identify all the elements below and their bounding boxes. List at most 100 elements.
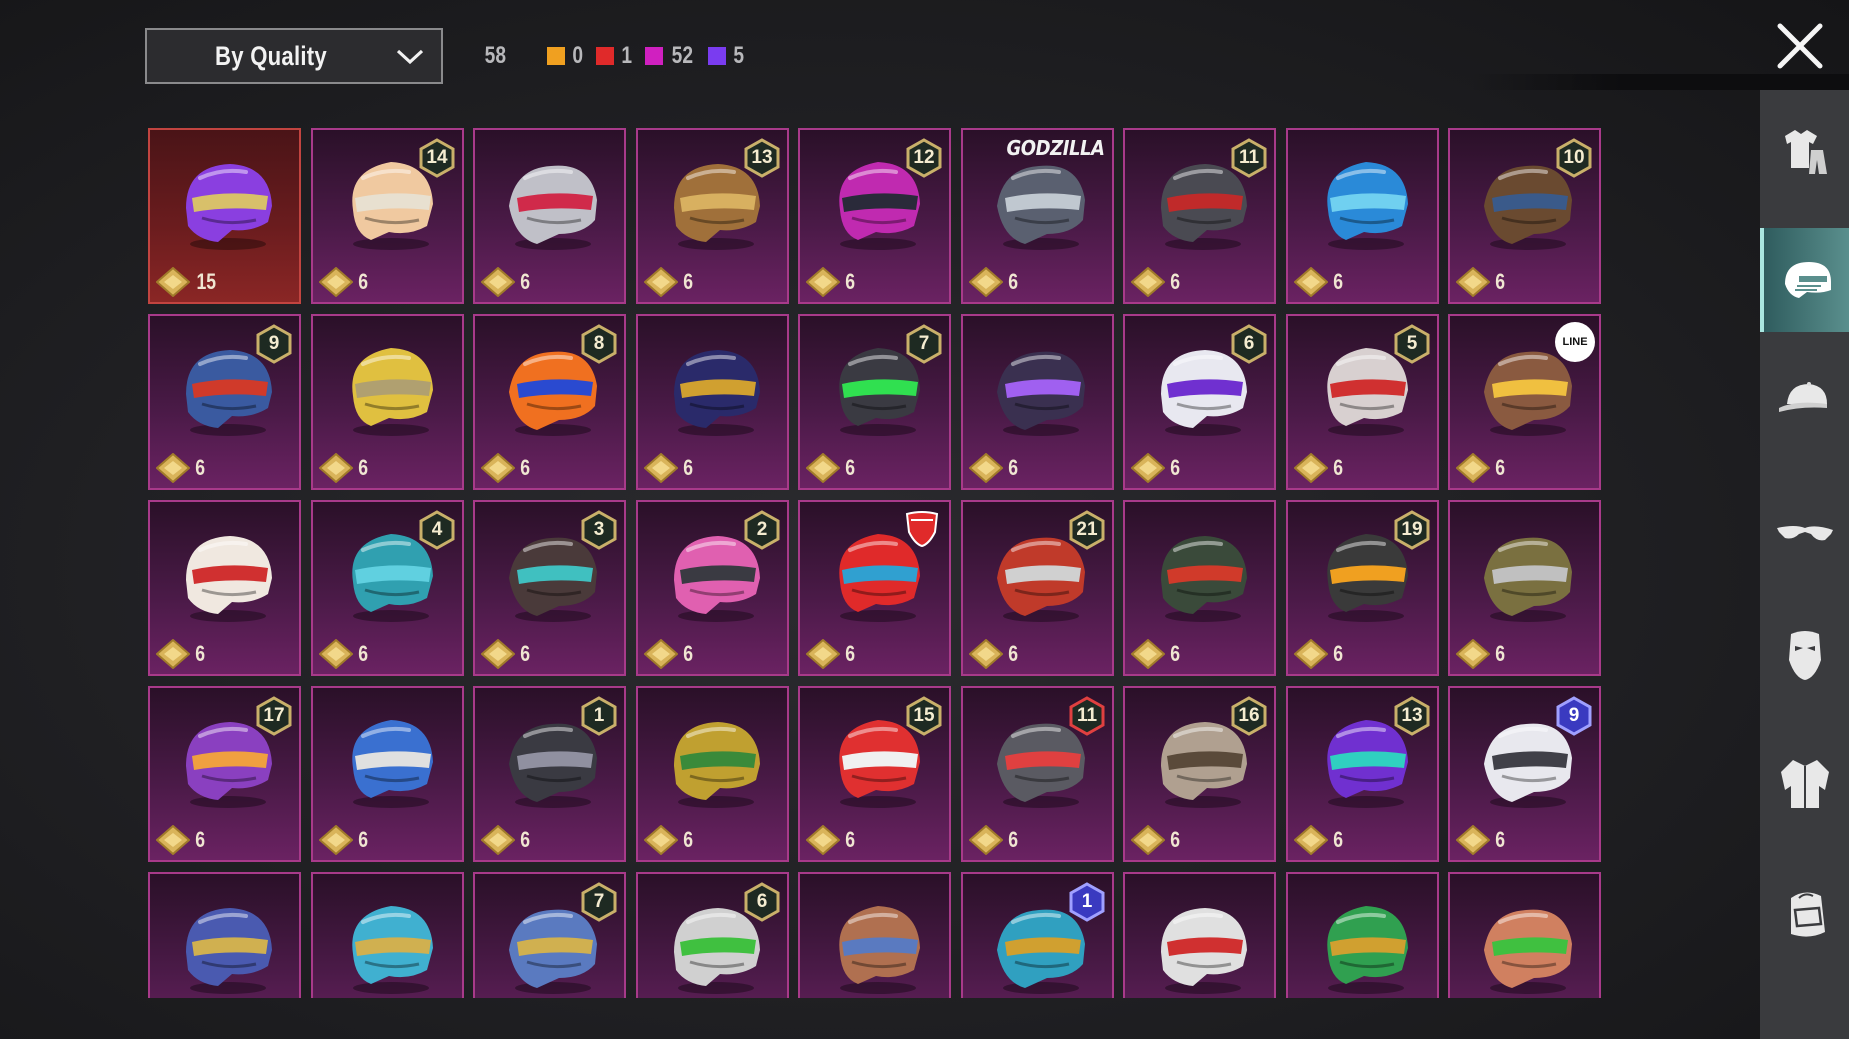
coin-icon [644, 453, 678, 483]
quantity: 6 [1131, 639, 1181, 669]
helmet-icon [352, 720, 433, 808]
helmet-card[interactable] [311, 872, 464, 998]
count-rare: 5 [708, 42, 745, 70]
helmet-card[interactable]: 6 [636, 686, 789, 862]
sidebar-item-glasses[interactable] [1760, 478, 1849, 582]
helmet-card[interactable]: 6 [311, 686, 464, 862]
helmet-card[interactable] [1123, 872, 1276, 998]
helmet-card[interactable]: 21 6 [961, 500, 1114, 676]
helmet-card[interactable]: 6 [636, 314, 789, 490]
helmet-card[interactable]: 86 [473, 314, 626, 490]
helmet-card[interactable]: 15 6 [798, 686, 951, 862]
level-badge-text: 13 [751, 147, 773, 168]
helmet-card[interactable]: 11 6 [961, 686, 1114, 862]
level-badge-text: 12 [913, 147, 935, 168]
helmet-card[interactable]: 26 [636, 500, 789, 676]
quantity: 6 [319, 639, 369, 669]
quantity: 6 [969, 453, 1019, 483]
level-badge-text: 21 [1076, 519, 1098, 540]
legendary-swatch [546, 47, 565, 65]
helmet-card[interactable]: 76 [798, 314, 951, 490]
header-divider [1470, 74, 1849, 90]
level-badge-text: 6 [756, 891, 768, 912]
sidebar-item-jacket[interactable] [1760, 730, 1849, 834]
helmet-icon [839, 906, 920, 994]
helmet-card[interactable]: 16 [473, 686, 626, 862]
quantity: 6 [1456, 453, 1506, 483]
helmet-card[interactable]: 66 [1123, 314, 1276, 490]
helmet-card[interactable]: 1 [961, 872, 1114, 998]
level-badge-text: 1 [1081, 891, 1093, 912]
sidebar-item-helmet[interactable] [1760, 228, 1849, 332]
helmet-icon [1327, 906, 1408, 994]
sidebar-item-outfit[interactable] [1760, 100, 1849, 204]
helmet-card[interactable]: 6 [1448, 500, 1601, 676]
helmet-card[interactable]: 14 6 [311, 128, 464, 304]
helmet-card[interactable]: 6 [1286, 128, 1439, 304]
level-badge-text: 2 [756, 519, 768, 540]
close-button[interactable] [1772, 18, 1828, 74]
line-friends-logo: LINE [1555, 322, 1595, 362]
helmet-card[interactable]: 36 [473, 500, 626, 676]
level-badge-text: 13 [1401, 705, 1423, 726]
helmet-card[interactable]: 7 [473, 872, 626, 998]
helmet-card[interactable]: 6 [148, 500, 301, 676]
coin-icon [156, 453, 190, 483]
helmet-card[interactable]: 6 [961, 314, 1114, 490]
helmet-card[interactable] [798, 872, 951, 998]
helmet-card[interactable] [1448, 872, 1601, 998]
helmet-icon [352, 348, 433, 436]
helmet-card[interactable]: 46 [311, 500, 464, 676]
close-icon [1777, 23, 1823, 69]
helmet-card[interactable]: 6 [1123, 500, 1276, 676]
sort-dropdown[interactable]: By Quality [145, 28, 443, 84]
coin-icon [1456, 825, 1490, 855]
helmet-card[interactable]: 56 [1286, 314, 1439, 490]
helmet-card[interactable]: 16 6 [1123, 686, 1276, 862]
helmet-card[interactable] [148, 872, 301, 998]
helmet-card[interactable]: 13 6 [636, 128, 789, 304]
helmet-card[interactable]: 6 [473, 128, 626, 304]
helmet-card[interactable]: 96 [148, 314, 301, 490]
level-badge-text: 9 [268, 333, 280, 354]
quantity: 6 [1456, 825, 1506, 855]
coin-icon [1294, 639, 1328, 669]
helmet-card[interactable]: 6 [798, 500, 951, 676]
level-badge-text: 16 [1238, 705, 1260, 726]
coin-icon [644, 825, 678, 855]
level-badge-text: 17 [263, 705, 285, 726]
helmet-card[interactable]: 17 6 [148, 686, 301, 862]
helmet-card[interactable]: 11 6 [1123, 128, 1276, 304]
quantity: 6 [1131, 825, 1181, 855]
total-count: 58 [484, 42, 507, 69]
helmet-icon [1784, 262, 1831, 298]
coin-icon [644, 639, 678, 669]
helmet-icon [186, 536, 272, 622]
sidebar-item-cap[interactable] [1760, 348, 1849, 452]
godzilla-logo: GODZILLA [1006, 136, 1105, 160]
quantity: 6 [1131, 453, 1181, 483]
helmet-card[interactable]: LINE 6 [1448, 314, 1601, 490]
coin-icon [1131, 825, 1165, 855]
coin-icon [481, 453, 515, 483]
coin-icon [1131, 639, 1165, 669]
helmet-card[interactable]: 12 6 [798, 128, 951, 304]
sidebar-item-mask[interactable] [1760, 602, 1849, 706]
helmet-card[interactable]: 6 [636, 872, 789, 998]
helmet-card[interactable]: 13 6 [1286, 686, 1439, 862]
quantity: 6 [319, 453, 369, 483]
level-badge-text: 14 [426, 147, 448, 168]
helmet-icon [1484, 909, 1572, 994]
cap-icon [1778, 382, 1827, 412]
helmet-card[interactable]: 15 [148, 128, 301, 304]
helmet-card[interactable]: 19 6 [1286, 500, 1439, 676]
sidebar-item-backpack[interactable] [1760, 860, 1849, 964]
helmet-card[interactable]: 10 6 [1448, 128, 1601, 304]
helmet-card[interactable]: 6 [311, 314, 464, 490]
backpack-icon [1790, 892, 1825, 937]
level-badge-text: 7 [593, 891, 605, 912]
helmet-card[interactable] [1286, 872, 1439, 998]
sort-dropdown-label: By Quality [215, 40, 327, 71]
helmet-card[interactable]: GODZILLA 6 [961, 128, 1114, 304]
helmet-card[interactable]: 96 [1448, 686, 1601, 862]
